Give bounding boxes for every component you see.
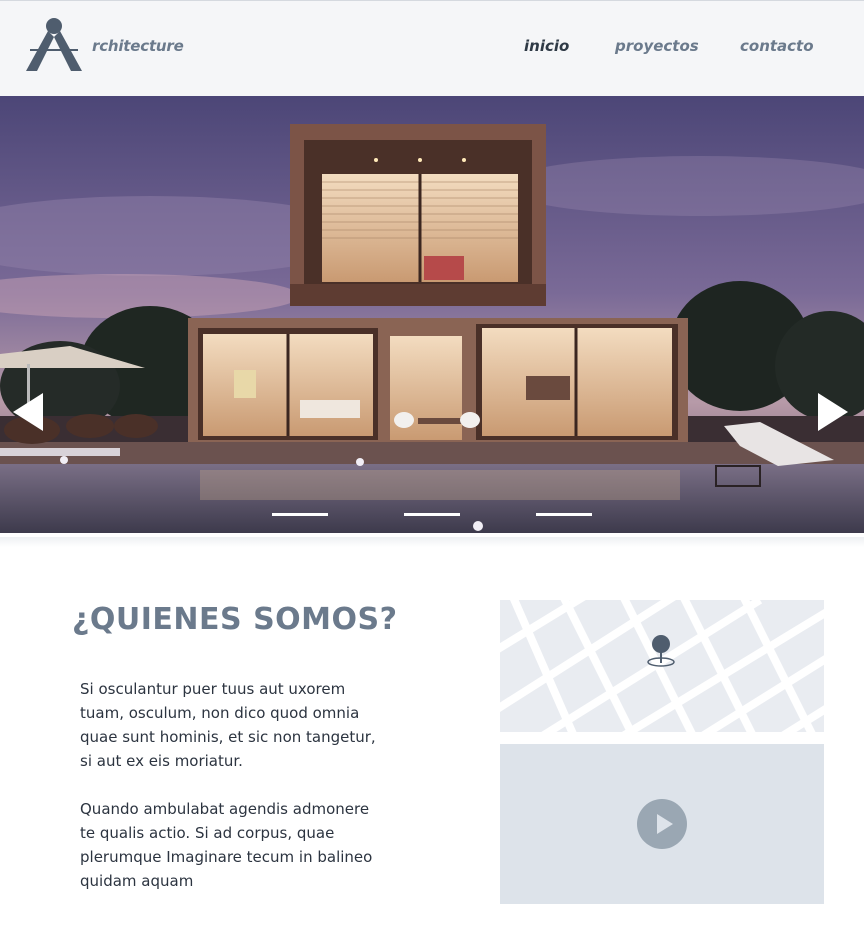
location-map[interactable]: [500, 600, 824, 732]
hero-image: [0, 96, 864, 533]
arrow-left-icon[interactable]: [12, 392, 44, 432]
arrow-right-icon[interactable]: [817, 392, 849, 432]
play-icon[interactable]: [637, 799, 687, 849]
about-paragraph-1: Si osculantur puer tuus aut uxorem tuam,…: [80, 680, 376, 770]
brand-name[interactable]: rchitecture: [92, 37, 184, 55]
slider-indicator-3[interactable]: [536, 513, 592, 516]
slider-indicator-2[interactable]: [404, 513, 460, 516]
compass-a-logo-icon[interactable]: [26, 15, 82, 73]
hero-slider: [0, 96, 864, 533]
about-paragraph-2: Quando ambulabat agendis admonere te qua…: [80, 800, 373, 890]
map-pin-icon[interactable]: [646, 634, 676, 668]
section-title: ¿QUIENES SOMOS?: [72, 602, 398, 637]
nav-item-proyectos[interactable]: proyectos: [615, 37, 699, 55]
slider-indicator-1[interactable]: [272, 513, 328, 516]
video-player[interactable]: [500, 744, 824, 904]
nav-item-inicio[interactable]: inicio: [524, 37, 569, 55]
section-divider: [0, 537, 864, 547]
site-header: rchitecture inicio proyectos contacto: [0, 1, 864, 96]
nav-item-contacto[interactable]: contacto: [740, 37, 814, 55]
